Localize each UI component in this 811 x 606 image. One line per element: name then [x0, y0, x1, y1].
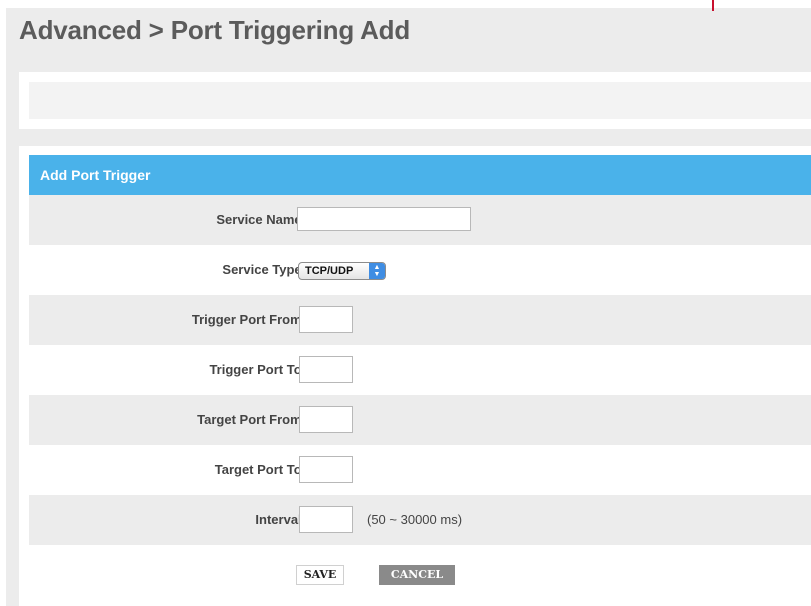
trigger-port-from-input[interactable] — [299, 306, 353, 333]
section-header: Add Port Trigger — [29, 155, 811, 195]
interval-row: Interval: (50 ~ 30000 ms) — [29, 495, 811, 545]
trigger-port-to-label: Trigger Port To: — [209, 362, 306, 377]
select-updown-icon: ▲ ▼ — [369, 263, 385, 279]
accent-mark — [712, 0, 714, 11]
target-port-from-label: Target Port From: — [197, 412, 306, 427]
trigger-port-from-label: Trigger Port From: — [191, 312, 306, 327]
service-name-row: Service Name: — [29, 195, 811, 245]
target-port-to-input[interactable] — [299, 456, 353, 483]
form-actions: SAVE CANCEL — [19, 563, 811, 603]
port-trigger-form: Add Port Trigger Service Name: Service T… — [19, 146, 811, 606]
trigger-port-to-row: Trigger Port To: — [29, 345, 811, 395]
top-strip — [0, 0, 811, 8]
trigger-port-to-input[interactable] — [299, 356, 353, 383]
trigger-port-from-row: Trigger Port From: — [29, 295, 811, 345]
service-type-value: TCP/UDP — [305, 265, 354, 277]
service-type-label: Service Type: — [222, 262, 306, 277]
target-port-to-row: Target Port To: — [29, 445, 811, 495]
target-port-from-input[interactable] — [299, 406, 353, 433]
service-type-row: Service Type: TCP/UDP ▲ ▼ — [29, 245, 811, 295]
interval-hint: (50 ~ 30000 ms) — [367, 512, 463, 527]
target-port-from-row: Target Port From: — [29, 395, 811, 445]
service-name-input[interactable] — [297, 207, 471, 231]
target-port-to-label: Target Port To: — [214, 462, 306, 477]
save-button[interactable]: SAVE — [296, 565, 344, 585]
info-panel — [19, 72, 811, 129]
page-title: Advanced > Port Triggering Add — [19, 15, 411, 45]
service-type-select[interactable]: TCP/UDP ▲ ▼ — [298, 262, 386, 280]
cancel-button[interactable]: CANCEL — [379, 565, 455, 585]
info-panel-inner — [29, 82, 811, 119]
service-name-label: Service Name: — [216, 212, 306, 227]
interval-input[interactable] — [299, 506, 353, 533]
left-edge — [0, 0, 6, 606]
